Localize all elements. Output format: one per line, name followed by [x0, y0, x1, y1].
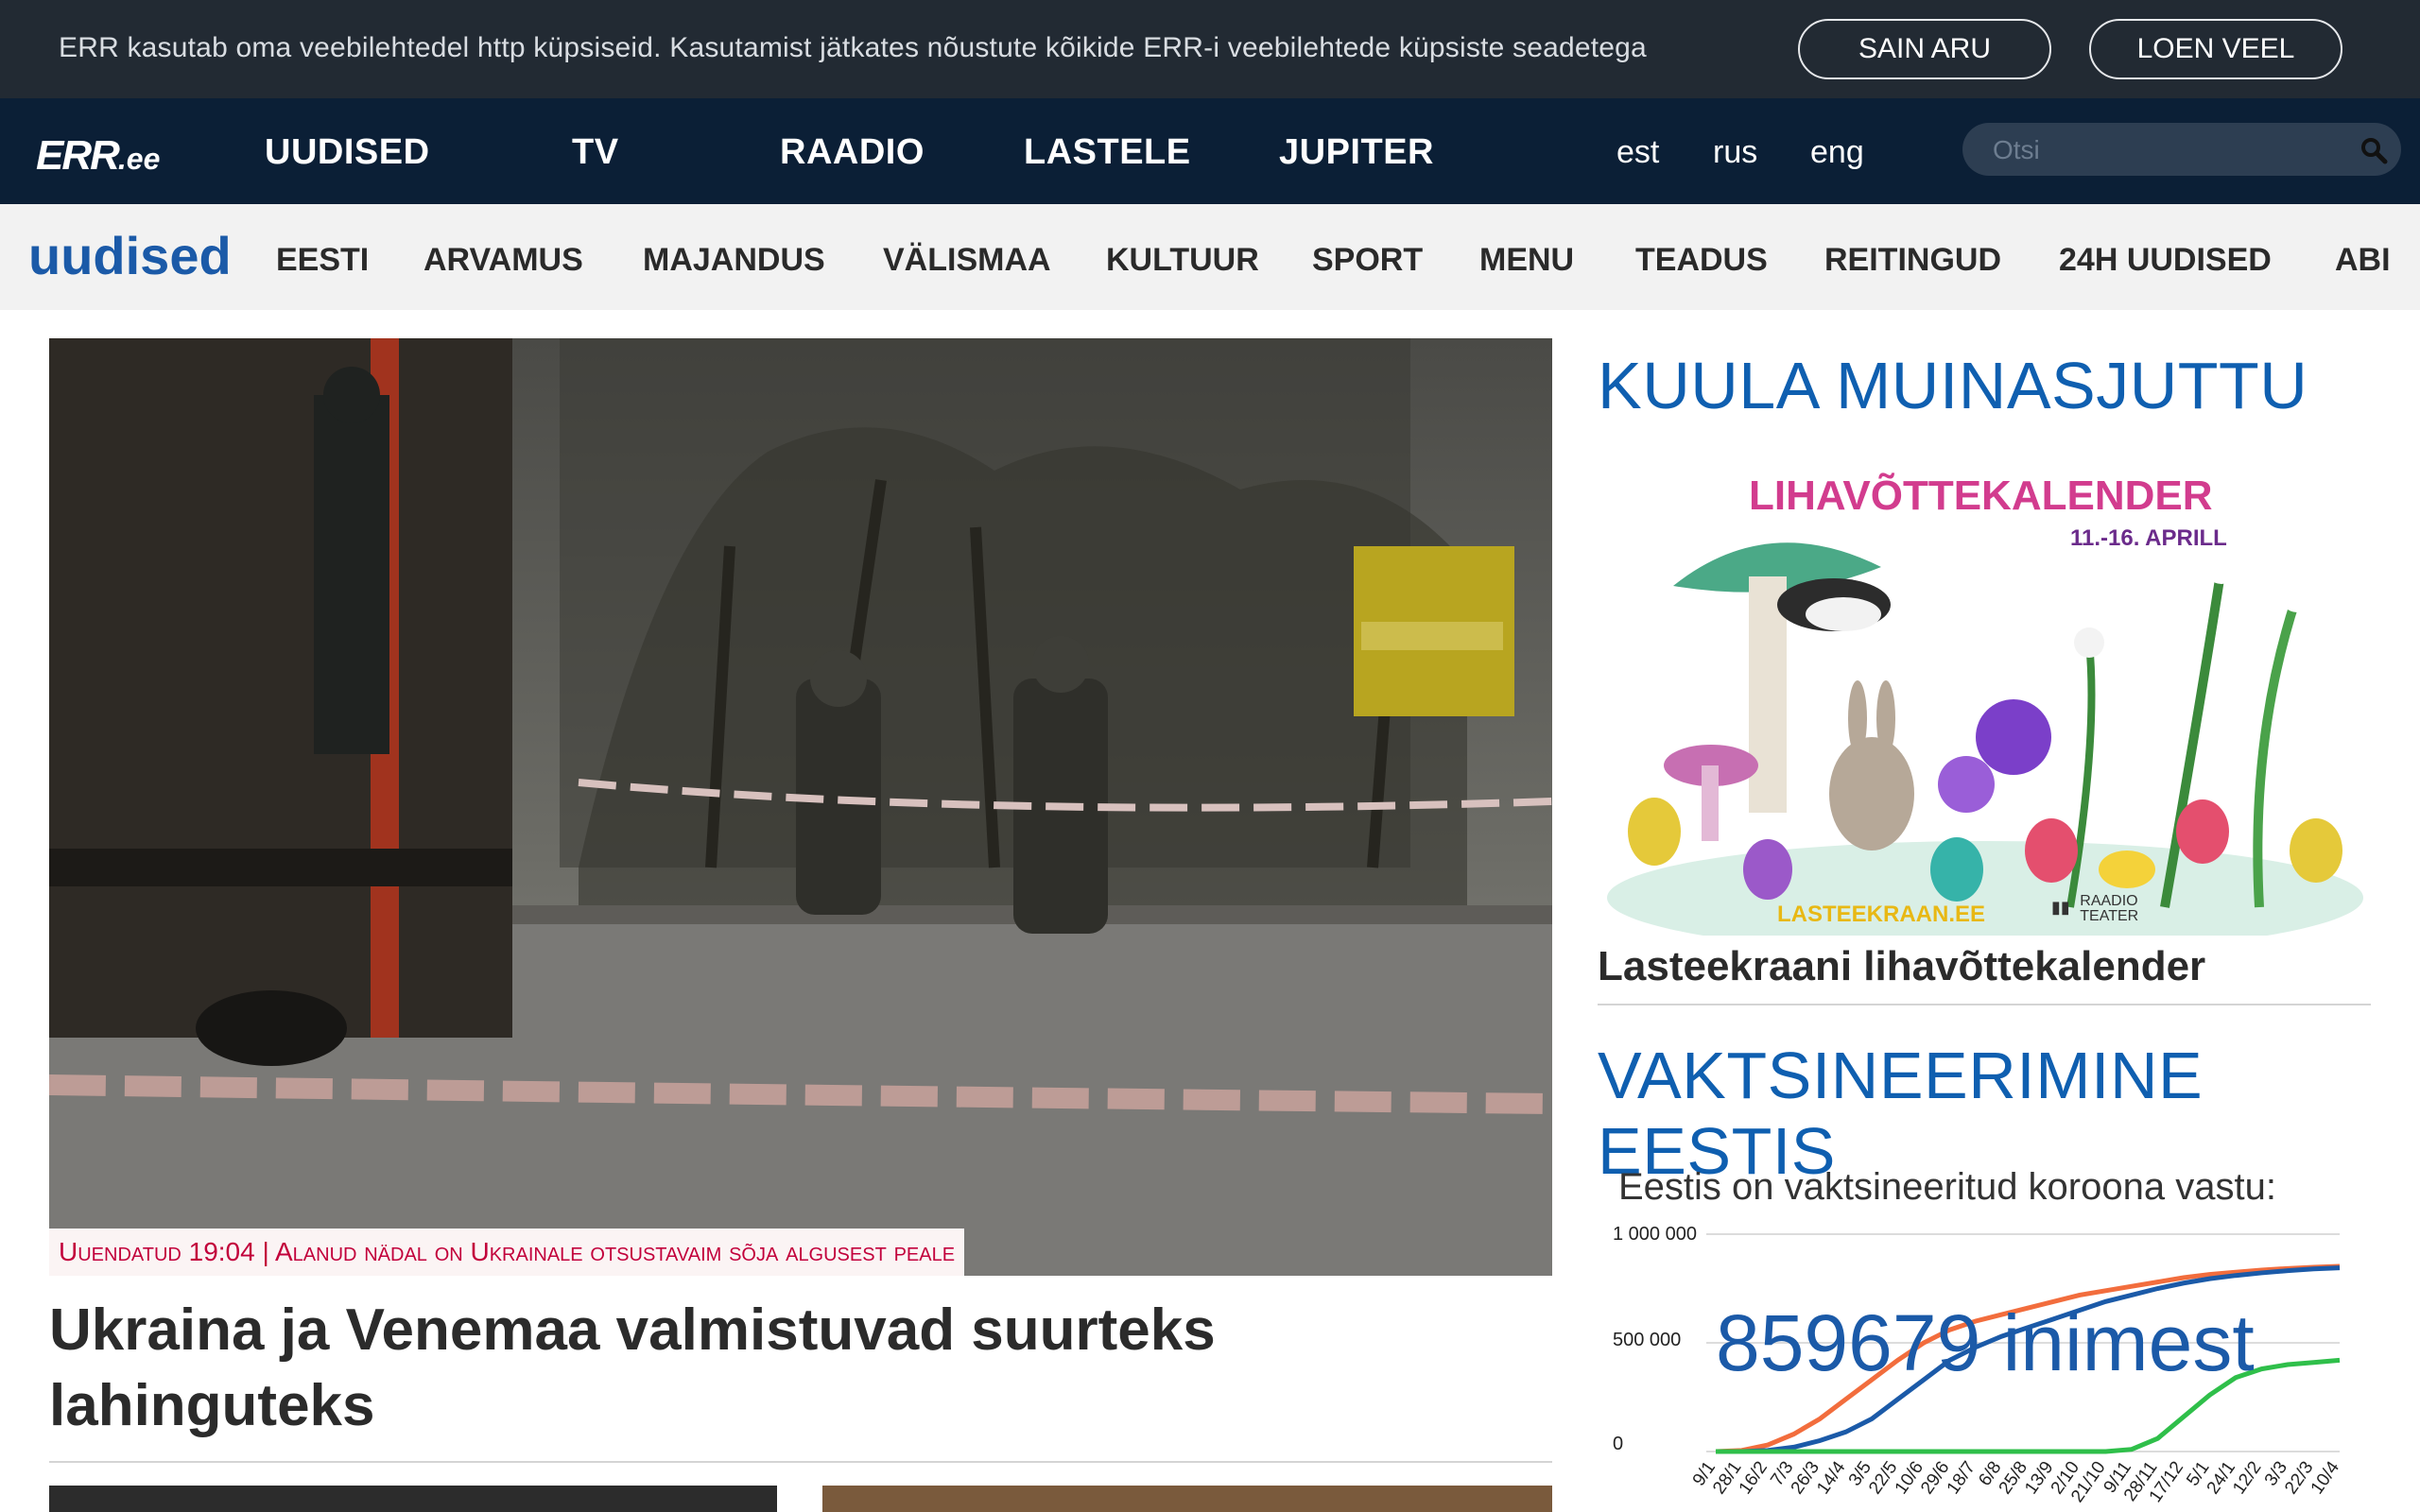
nav-uudised[interactable]: UUDISED: [265, 132, 430, 173]
promo-title: LIHAVÕTTEKALENDER: [1749, 472, 2213, 519]
logo-main: ERR: [36, 132, 120, 179]
nav-jupiter[interactable]: JUPITER: [1279, 132, 1434, 173]
x-tick-label: 22/5: [1865, 1458, 1901, 1498]
cookie-accept-button[interactable]: SAIN ARU: [1798, 19, 2051, 79]
subnav-abi[interactable]: ABI: [2335, 242, 2391, 279]
partner-bottom: TEATER: [2080, 908, 2139, 924]
x-tick-label: 25/8: [1996, 1458, 2031, 1498]
x-tick-label: 29/6: [1917, 1458, 1953, 1498]
search-box: [1962, 123, 2401, 176]
promo-site: LASTEEKRAAN.EE: [1777, 902, 1986, 927]
article-thumbnail[interactable]: [49, 1486, 777, 1512]
x-tick-label: 10/6: [1892, 1458, 1927, 1498]
x-tick-label: 18/7: [1944, 1458, 1979, 1498]
radio-bars-icon: ▮▮: [2051, 898, 2070, 918]
article-thumbnail[interactable]: [822, 1486, 1552, 1512]
fairy-tale-title[interactable]: KUULA MUINASJUTTU: [1598, 348, 2308, 423]
article-divider: [49, 1461, 1552, 1463]
x-tick-label: 22/3: [2281, 1458, 2317, 1498]
hero-image[interactable]: [49, 338, 1552, 1276]
x-tick-label: 10/4: [2308, 1457, 2344, 1498]
promo-caption[interactable]: Lasteekraani lihavõttekalender: [1598, 943, 2205, 990]
easter-illustration: [1598, 454, 2373, 954]
x-tick-label: 16/2: [1736, 1458, 1772, 1498]
cookie-text: ERR kasutab oma veebilehtedel http küpsi…: [59, 32, 1647, 63]
subnav-valismaa[interactable]: VÄLISMAA: [883, 242, 1051, 279]
y-tick-label: 0: [1613, 1434, 1623, 1454]
subnav-menu[interactable]: MENU: [1479, 242, 1574, 279]
hero-update-tag[interactable]: Uuendatud 19:04 | Alanud nädal on Ukrain…: [49, 1228, 965, 1276]
lang-rus[interactable]: rus: [1713, 134, 1757, 171]
subnav-kultuur[interactable]: KULTUUR: [1106, 242, 1259, 279]
subnav-eesti[interactable]: EESTI: [276, 242, 369, 279]
logo-suffix: .ee: [117, 142, 161, 176]
cookie-banner: ERR kasutab oma veebilehtedel http küpsi…: [0, 0, 2420, 98]
subnav-majandus[interactable]: MAJANDUS: [643, 242, 825, 279]
hero-headline[interactable]: Ukraina ja Venemaa valmistuvad suurteks …: [49, 1293, 1524, 1444]
subnav-arvamus[interactable]: ARVAMUS: [424, 242, 583, 279]
x-tick-label: 28/1: [1709, 1458, 1745, 1498]
vaccination-label: Eestis on vaktsineeritud koroona vastu:: [1618, 1166, 2276, 1208]
subnav-24h-uudised[interactable]: 24H UUDISED: [2059, 242, 2272, 279]
subnav-reitingud[interactable]: REITINGUD: [1824, 242, 2001, 279]
cookie-read-more-button[interactable]: LOEN VEEL: [2089, 19, 2342, 79]
search-icon[interactable]: [2360, 136, 2388, 164]
promo-dates: 11.-16. APRILL: [2070, 525, 2227, 551]
nav-tv[interactable]: TV: [572, 132, 619, 173]
vaccination-count: 859679 inimest: [1716, 1298, 2255, 1387]
search-input[interactable]: [1991, 130, 2335, 170]
x-tick-label: 26/3: [1788, 1458, 1824, 1498]
y-tick-label: 1 000 000: [1613, 1224, 1697, 1245]
subnav-sport[interactable]: SPORT: [1312, 242, 1423, 279]
vaccination-chart: 1 000 000 500 000 0 9/128/116/27/326/314…: [1613, 1224, 2344, 1506]
raadioteater-logo: ▮▮ RAADIO TEATER: [2051, 894, 2138, 924]
sidebar-divider: [1598, 1004, 2371, 1005]
subnav-teadus[interactable]: TEADUS: [1635, 242, 1768, 279]
lang-eng[interactable]: eng: [1810, 134, 1864, 171]
lang-est[interactable]: est: [1616, 134, 1659, 171]
partner-top: RAADIO: [2080, 893, 2138, 909]
y-tick-label: 500 000: [1613, 1330, 1681, 1350]
x-tick-label: 13/9: [2021, 1458, 2057, 1498]
x-tick-label: 24/1: [2204, 1458, 2239, 1498]
x-tick-label: 12/2: [2229, 1458, 2265, 1498]
nav-lastele[interactable]: LASTELE: [1024, 132, 1191, 173]
nav-raadio[interactable]: RAADIO: [780, 132, 925, 173]
err-logo[interactable]: ERR.ee: [36, 132, 160, 180]
easter-calendar-promo[interactable]: LIHAVÕTTEKALENDER 11.-16. APRILL LASTEEK…: [1598, 454, 2373, 954]
uudised-brand[interactable]: uudised: [28, 225, 232, 286]
